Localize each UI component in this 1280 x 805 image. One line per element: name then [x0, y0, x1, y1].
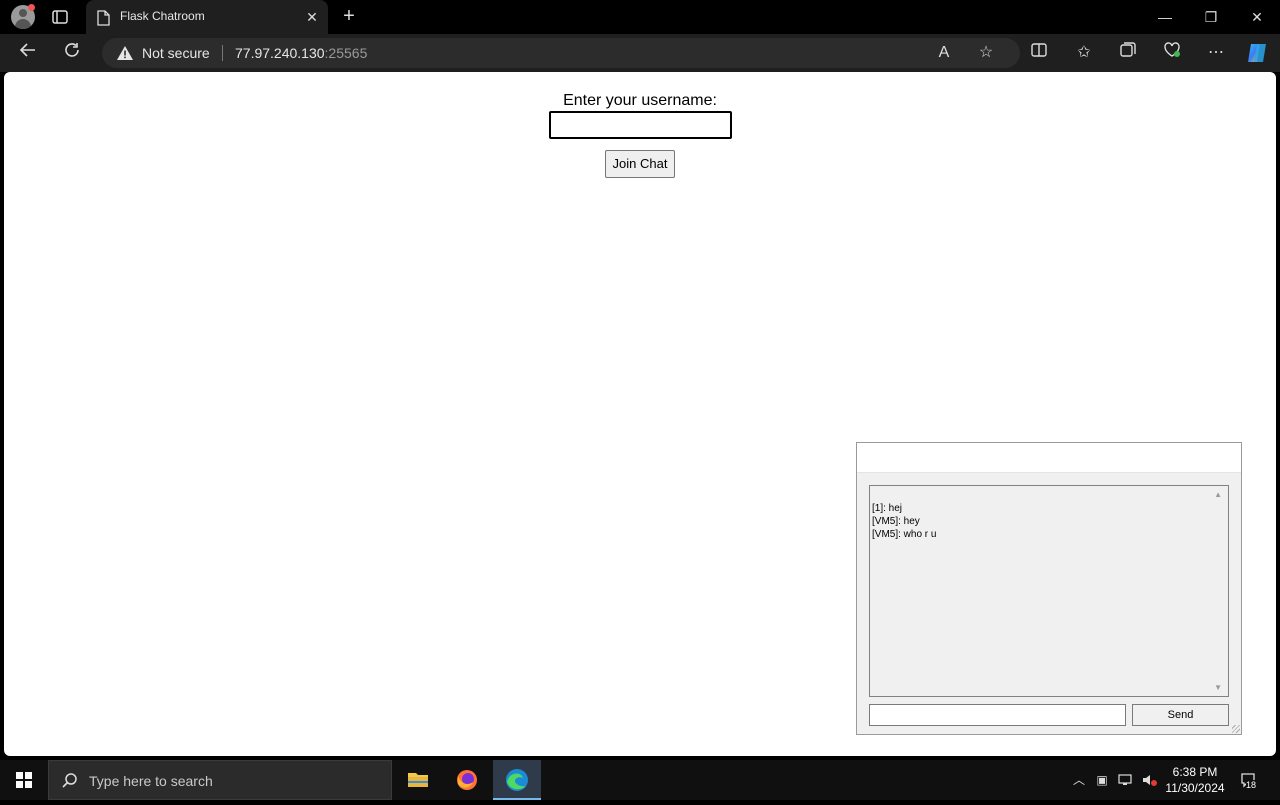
browser-title-bar: Flask Chatroom ✕ + — ❐ ✕ [0, 0, 1280, 34]
copilot-icon[interactable] [1245, 41, 1269, 65]
edge-icon[interactable] [493, 760, 541, 800]
username-input[interactable] [549, 111, 732, 139]
file-explorer-icon[interactable] [394, 760, 442, 800]
split-screen-icon[interactable] [1027, 41, 1051, 65]
security-status[interactable]: Not secure [142, 45, 210, 61]
firefox-icon[interactable] [443, 760, 491, 800]
username-label: Enter your username: [563, 92, 717, 109]
web-page: Enter your username: Join Chat [1]: hej … [4, 72, 1276, 756]
url-port: :25565 [324, 45, 368, 61]
scroll-up-icon[interactable]: ▲ [1214, 490, 1222, 499]
tab-actions-icon[interactable] [50, 7, 70, 27]
search-placeholder: Type here to search [89, 773, 213, 789]
restore-icon[interactable]: ❐ [1188, 0, 1234, 34]
show-hidden-icons-icon[interactable]: ︿ [1071, 772, 1087, 788]
taskbar-search-box[interactable]: Type here to search [48, 760, 392, 800]
favorites-icon[interactable]: ✩ [1072, 41, 1096, 65]
close-tab-icon[interactable]: ✕ [302, 7, 322, 27]
action-center-tray-icon[interactable]: ▣ [1094, 772, 1110, 788]
clock-time: 6:38 PM [1172, 765, 1218, 779]
url-text[interactable]: 77.97.240.130:25565 [235, 45, 367, 61]
active-tab[interactable]: Flask Chatroom ✕ [86, 0, 328, 34]
notification-count: 18 [1246, 780, 1257, 790]
collections-icon[interactable] [1116, 41, 1140, 65]
warning-icon[interactable] [116, 45, 134, 66]
back-icon[interactable] [16, 41, 40, 65]
minimize-icon[interactable]: — [1142, 0, 1188, 34]
chat-message: [1]: hej [872, 503, 903, 514]
windows-start-icon[interactable] [0, 760, 48, 800]
favorite-star-icon[interactable]: ☆ [974, 41, 998, 65]
scroll-down-icon[interactable]: ▼ [1214, 683, 1222, 692]
page-icon [96, 10, 110, 31]
taskbar-clock[interactable]: 6:38 PM 11/30/2024 [1160, 764, 1230, 796]
tab-title: Flask Chatroom [120, 9, 205, 23]
chat-messages: [1]: hej [VM5]: hey [VM5]: who r u [872, 502, 936, 541]
profile-status-dot [28, 4, 35, 11]
url-host: 77.97.240.130 [235, 45, 325, 61]
more-options-icon[interactable]: ⋯ [1204, 41, 1228, 65]
close-window-icon[interactable]: ✕ [1234, 0, 1280, 34]
browser-essentials-icon[interactable] [1160, 41, 1184, 65]
address-separator [222, 45, 223, 61]
chat-window-header[interactable] [857, 443, 1241, 473]
volume-muted-icon[interactable] [1141, 772, 1157, 788]
new-tab-icon[interactable]: + [338, 5, 360, 27]
chat-window: [1]: hej [VM5]: hey [VM5]: who r u ▲ ▼ S… [856, 442, 1242, 735]
chat-message: [VM5]: who r u [872, 529, 937, 540]
read-aloud-icon[interactable]: A [932, 41, 956, 65]
browser-toolbar: Not secure 77.97.240.130:25565 A ☆ ✩ ⋯ [0, 34, 1280, 72]
clock-date: 11/30/2024 [1165, 781, 1225, 795]
network-icon[interactable] [1118, 772, 1134, 788]
search-icon [61, 772, 79, 795]
chat-message-input[interactable] [869, 704, 1126, 726]
join-chat-button[interactable]: Join Chat [605, 150, 675, 178]
taskbar: Type here to search ︿ ▣ 6:38 PM 11/30/20… [0, 760, 1280, 800]
chat-log[interactable]: [1]: hej [VM5]: hey [VM5]: who r u ▲ ▼ [869, 485, 1229, 697]
chat-message: [VM5]: hey [872, 516, 920, 527]
send-button[interactable]: Send [1132, 704, 1229, 726]
resize-grip-icon[interactable] [1232, 725, 1240, 733]
refresh-icon[interactable] [60, 41, 84, 65]
address-bar[interactable]: Not secure 77.97.240.130:25565 A ☆ [102, 38, 1020, 68]
